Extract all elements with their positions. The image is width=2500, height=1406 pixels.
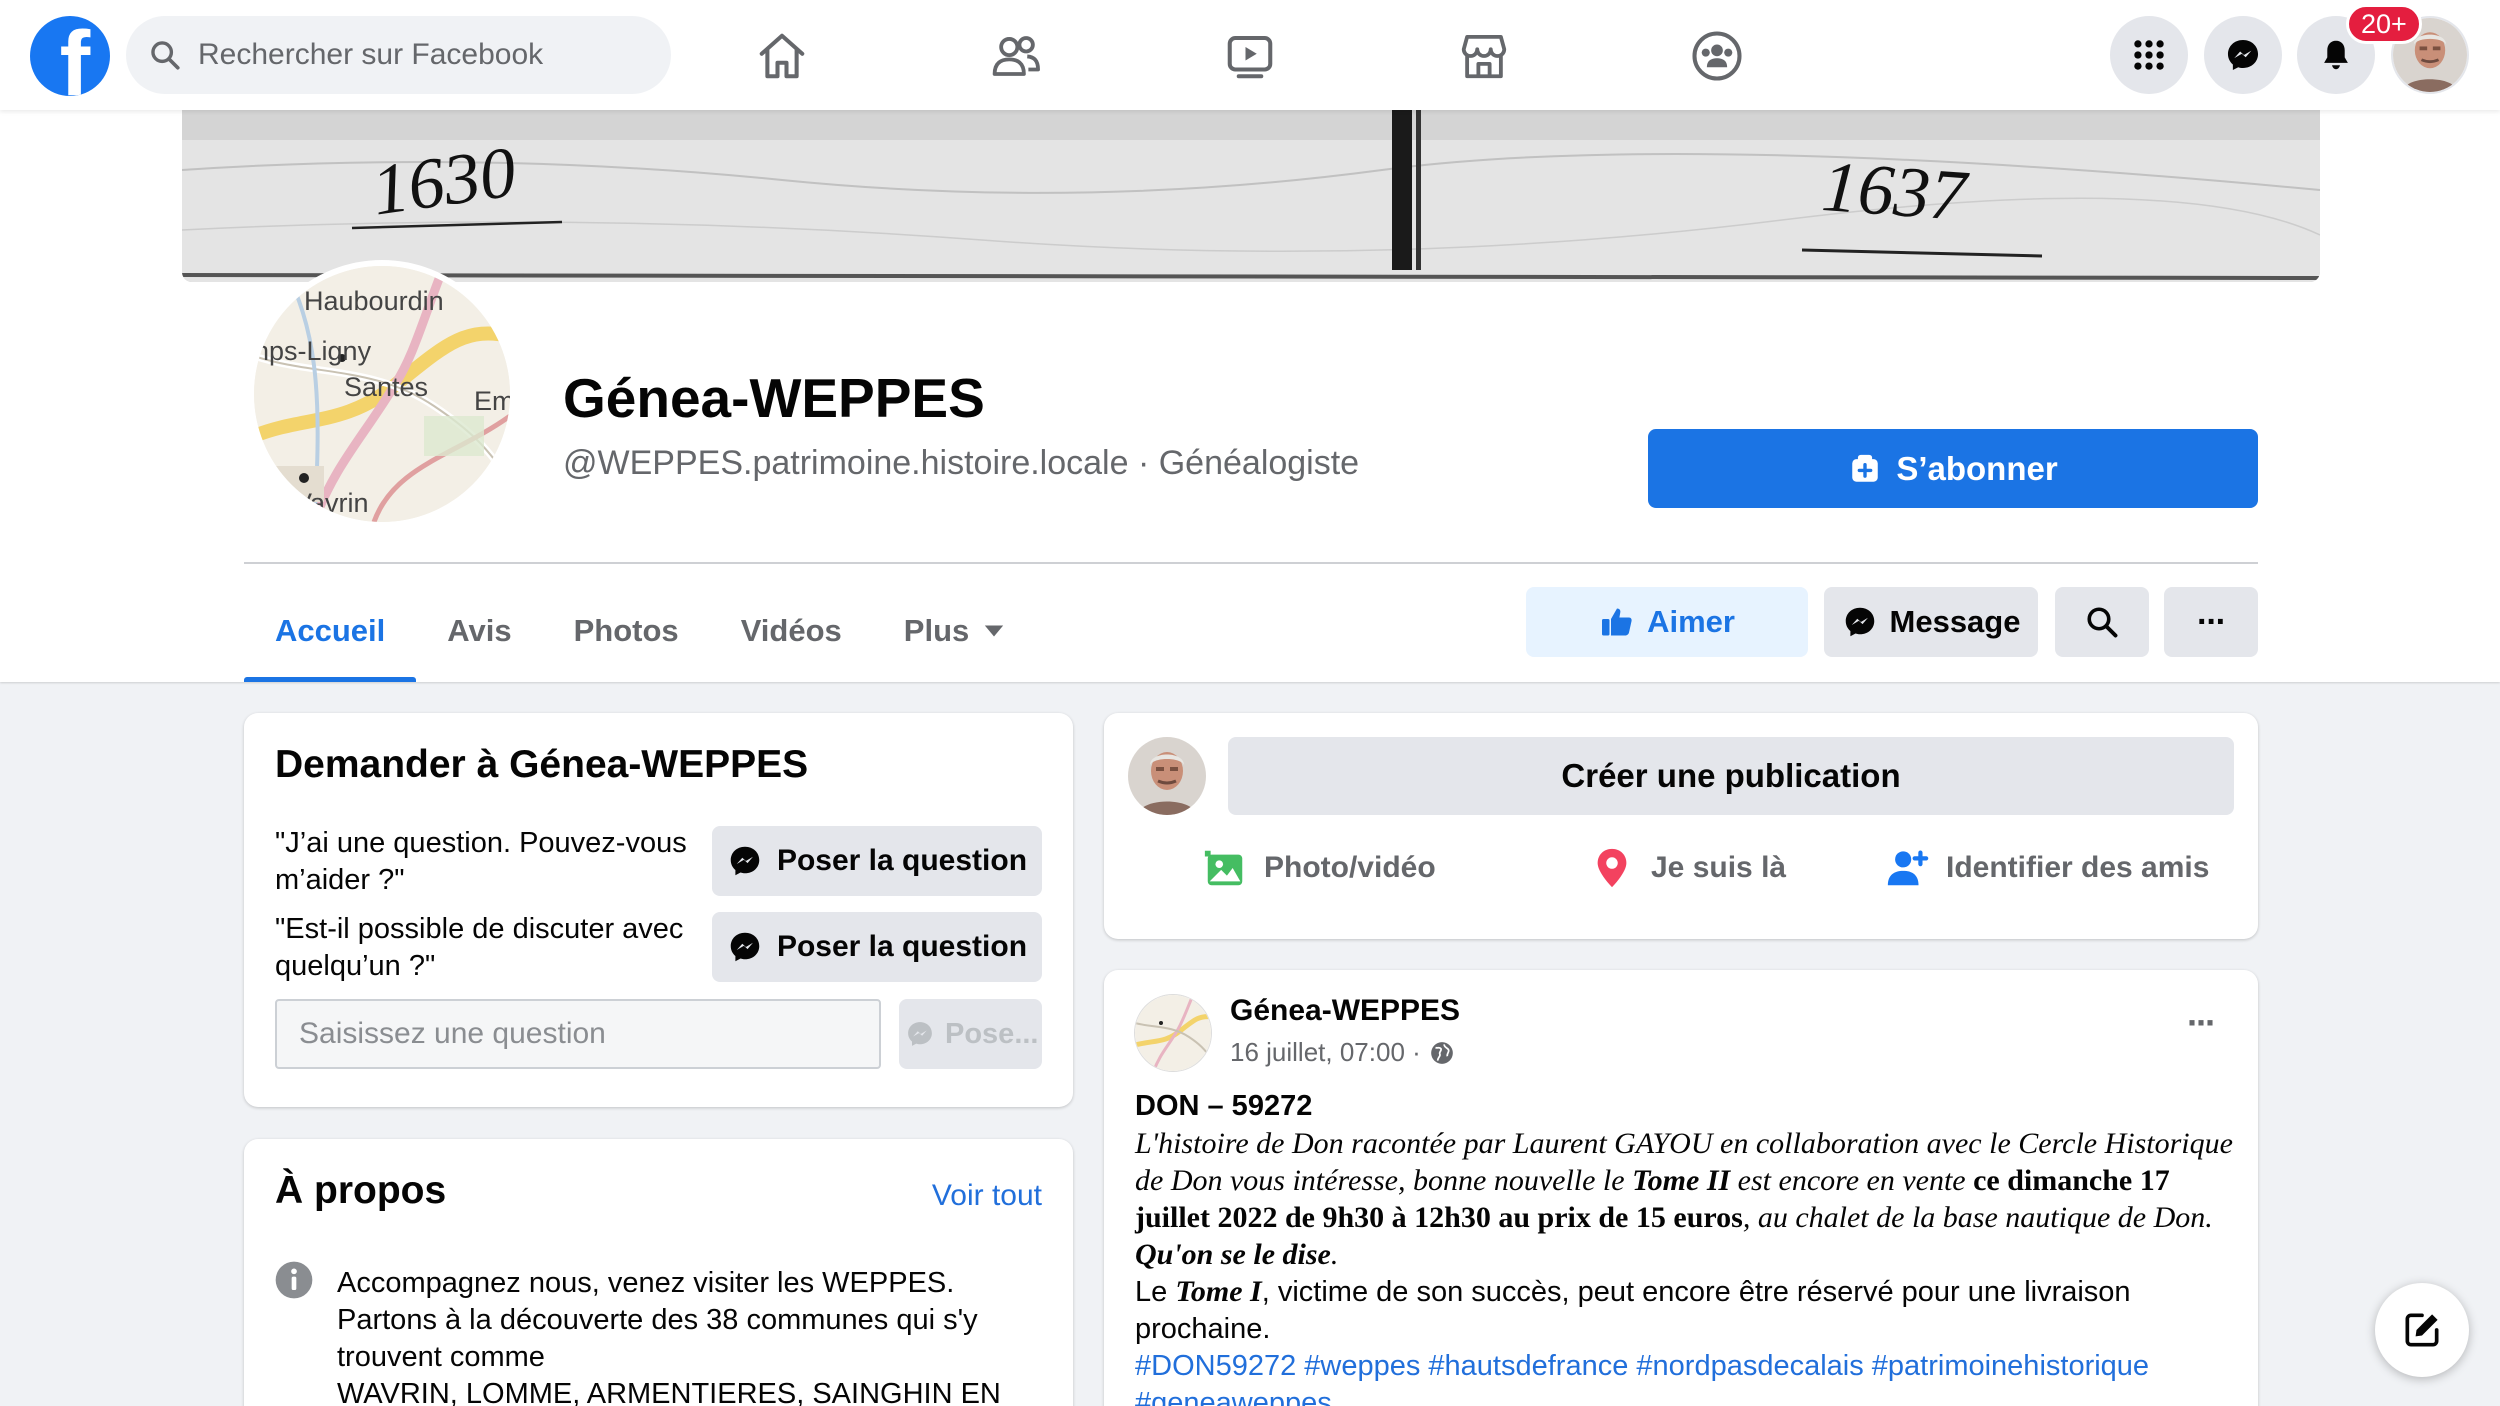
menu-grid-button[interactable]	[2110, 16, 2188, 94]
page-title: Génea-WEPPES	[563, 367, 985, 429]
map-label-ligny: nps-Ligny	[254, 336, 372, 366]
messenger-icon	[730, 846, 760, 876]
tab-plus[interactable]: Plus	[873, 580, 1036, 682]
more-options-button[interactable]: ···	[2164, 587, 2258, 657]
page-subtitle: @WEPPES.patrimoine.histoire.locale · Gén…	[563, 444, 1360, 482]
post-options-button[interactable]: ···	[2187, 1002, 2217, 1044]
about-description: Accompagnez nous, venez visiter les WEPP…	[337, 1267, 1001, 1406]
cover-year-1637: 1637	[1819, 146, 1969, 236]
tab-avis[interactable]: Avis	[416, 580, 542, 682]
location-pin-icon	[1597, 848, 1627, 888]
facebook-logo[interactable]: f	[30, 16, 110, 96]
page-tabs: Accueil Avis Photos Vidéos Plus	[244, 580, 1036, 682]
search-input[interactable]	[198, 38, 638, 72]
map-label-em: Em	[474, 386, 515, 416]
ask-card-title: Demander à Génea-WEPPES	[275, 743, 809, 786]
watch-icon[interactable]	[1220, 26, 1280, 86]
globe-icon	[1430, 1041, 1453, 1064]
like-button[interactable]: Aimer	[1526, 587, 1808, 657]
tag-friends-button[interactable]: Identifier des amis	[1884, 833, 2209, 903]
subscribe-icon	[1852, 454, 1879, 482]
ask-question-input[interactable]	[275, 999, 881, 1069]
top-navigation-bar: f 20+	[0, 0, 2500, 110]
subscribe-label: S’abonner	[1896, 449, 2058, 487]
subscribe-button[interactable]: S’abonner	[1648, 429, 2258, 508]
post-meta: 16 juillet, 07:00 ·	[1230, 1037, 1455, 1068]
map-label-wavrin: Vavrin	[294, 488, 369, 518]
page-search-button[interactable]	[2055, 587, 2149, 657]
header-divider	[244, 562, 2258, 564]
search-box[interactable]	[126, 16, 671, 94]
photo-video-button[interactable]: Photo/vidéo	[1202, 833, 1436, 903]
messenger-button[interactable]	[2204, 16, 2282, 94]
tag-friends-icon	[1887, 850, 1929, 886]
create-post-button[interactable]: Créer une publication	[1228, 737, 2234, 815]
message-label: Message	[1889, 604, 2021, 639]
post-author-name[interactable]: Génea-WEPPES	[1230, 994, 1460, 1028]
map-label-haubourdin: Haubourdin	[304, 286, 444, 316]
messenger-icon	[908, 1022, 932, 1046]
ask-question-1: "J’ai une question. Pouvez-vous m’aider …	[275, 827, 687, 896]
info-icon	[275, 1261, 313, 1299]
post-text: DON – 59272 L'histoire de Don racontée p…	[1135, 1088, 2235, 1406]
home-icon[interactable]	[752, 26, 812, 86]
post-author-avatar[interactable]	[1134, 994, 1212, 1072]
marketplace-icon[interactable]	[1454, 26, 1514, 86]
new-message-button[interactable]	[2375, 1283, 2469, 1377]
post-date[interactable]: 16 juillet, 07:00 ·	[1230, 1037, 1421, 1068]
notification-count-badge: 20+	[2346, 4, 2422, 44]
messenger-icon	[730, 932, 760, 962]
caret-down-icon	[985, 625, 1004, 637]
like-label: Aimer	[1647, 604, 1735, 639]
see-all-link[interactable]: Voir tout	[932, 1179, 1042, 1213]
ask-question-2: "Est-il possible de discuter avec quelqu…	[275, 913, 684, 982]
create-post-card: Créer une publication Photo/vidéo Je sui…	[1104, 713, 2258, 939]
search-icon	[151, 41, 180, 70]
post-paragraph-2: Le Tome I, victime de son succès, peut e…	[1135, 1275, 2131, 1345]
tab-videos[interactable]: Vidéos	[710, 580, 873, 682]
post-card: Génea-WEPPES 16 juillet, 07:00 · ··· DON…	[1104, 970, 2258, 1406]
about-card: À propos Voir tout Accompagnez nous, ven…	[244, 1139, 1073, 1406]
bell-icon	[2324, 40, 2348, 70]
menu-grid-icon	[2134, 40, 2164, 70]
cover-photo[interactable]: 1630 1637	[182, 110, 2320, 282]
profile-picture[interactable]: Haubourdin nps-Ligny Santes Em Vavrin	[248, 260, 516, 528]
photo-icon	[1204, 850, 1243, 886]
check-in-button[interactable]: Je suis là	[1589, 833, 1786, 903]
ask-page-card: Demander à Génea-WEPPES "J’ai une questi…	[244, 713, 1073, 1107]
thumbs-up-icon	[1602, 608, 1632, 636]
ask-question-button-2[interactable]: Poser la question	[712, 912, 1042, 982]
friends-icon[interactable]	[986, 26, 1046, 86]
post-paragraph-1: L'histoire de Don racontée par Laurent G…	[1135, 1127, 2233, 1271]
ask-question-button-1[interactable]: Poser la question	[712, 826, 1042, 896]
message-button[interactable]: Message	[1824, 587, 2038, 657]
post-hashtags[interactable]: #DON59272 #weppes #hautsdefrance #nordpa…	[1135, 1348, 2235, 1406]
composer-avatar	[1128, 737, 1206, 815]
compose-icon	[2405, 1313, 2439, 1347]
messenger-icon	[1845, 607, 1874, 637]
groups-icon[interactable]	[1687, 26, 1747, 86]
ask-send-button[interactable]: Pose...	[899, 999, 1042, 1069]
tab-photos[interactable]: Photos	[543, 580, 710, 682]
search-icon	[2087, 607, 2118, 638]
tab-accueil[interactable]: Accueil	[244, 580, 417, 682]
more-options-icon: ···	[2197, 602, 2227, 641]
messenger-icon	[2227, 39, 2259, 71]
map-label-santes: Santes	[344, 372, 429, 402]
post-heading: DON – 59272	[1135, 1090, 1313, 1122]
about-title: À propos	[275, 1169, 447, 1212]
